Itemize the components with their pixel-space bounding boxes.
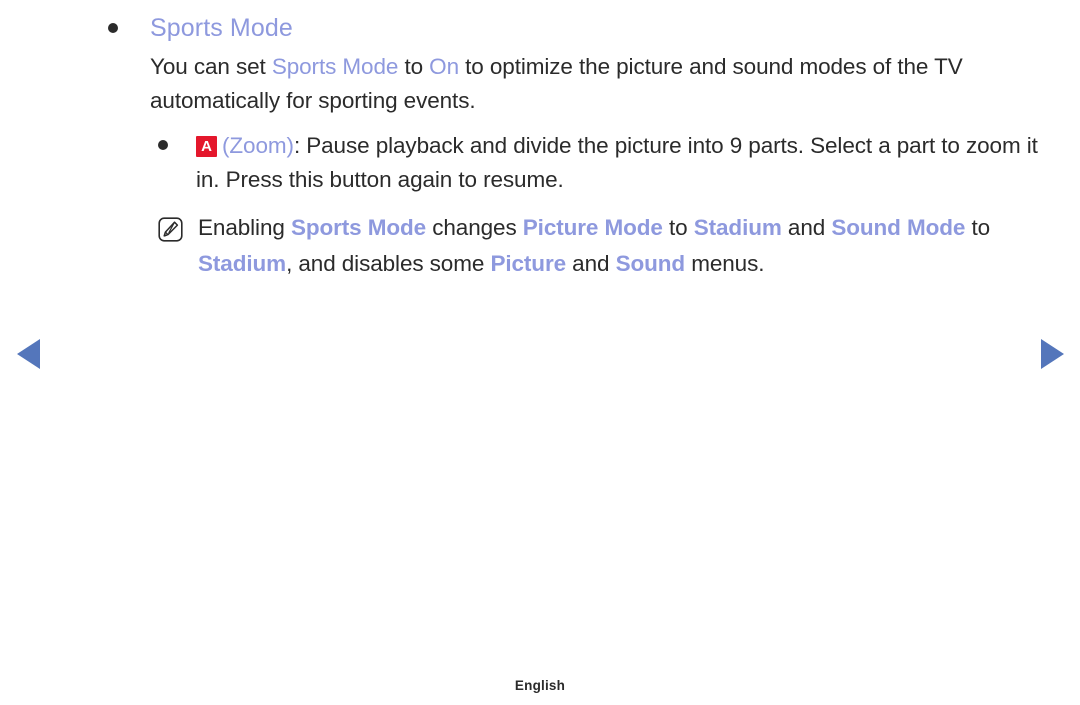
zoom-label: Zoom [229, 133, 287, 158]
note-seg15: menus. [685, 251, 765, 276]
note-accent-stadium-2: Stadium [198, 251, 287, 276]
note-accent-sports-mode: Sports Mode [290, 215, 427, 240]
note-text: Enabling Sports Mode changes Picture Mod… [198, 210, 1038, 282]
page-title: Sports Mode [150, 14, 293, 42]
body-accent-sports-mode: Sports Mode [271, 54, 399, 79]
note-seg5: to [662, 215, 694, 240]
bullet-icon [158, 140, 168, 150]
content-column: Sports Mode You can set Sports Mode to O… [108, 12, 1038, 282]
body-text-seg1: You can set [150, 54, 272, 79]
zoom-close-paren: ) [286, 133, 295, 158]
body-text-seg3: to [398, 54, 430, 79]
zoom-description: : Pause playback and divide the picture … [196, 133, 1038, 192]
note-accent-stadium-1: Stadium [693, 215, 782, 240]
note-accent-sound: Sound [615, 251, 686, 276]
zoom-item-text: A (Zoom): Pause playback and divide the p… [196, 129, 1038, 196]
bullet-icon [108, 23, 118, 33]
list-item-zoom: A (Zoom): Pause playback and divide the p… [158, 129, 1038, 196]
footer-language-label: English [514, 678, 566, 693]
note-pencil-icon [158, 217, 183, 242]
section-sports-mode: Sports Mode [108, 12, 1038, 45]
remote-key-a-badge[interactable]: A [196, 136, 217, 157]
prev-page-button[interactable] [16, 338, 42, 370]
note-seg9: to [965, 215, 991, 240]
note-accent-picture-mode: Picture Mode [522, 215, 663, 240]
next-page-button[interactable] [1039, 338, 1065, 370]
note-seg7: and [781, 215, 832, 240]
note-accent-sound-mode: Sound Mode [831, 215, 966, 240]
note-seg13: and [566, 251, 616, 276]
note-accent-picture: Picture [490, 251, 567, 276]
section-body-text: You can set Sports Mode to On to optimiz… [150, 50, 1038, 117]
note-seg11: , and disables some [286, 251, 491, 276]
manual-page: Sports Mode You can set Sports Mode to O… [0, 0, 1080, 705]
body-accent-on: On [429, 54, 459, 79]
note-seg3: changes [426, 215, 523, 240]
note-seg1: Enabling [198, 215, 291, 240]
note-block: Enabling Sports Mode changes Picture Mod… [158, 210, 1038, 282]
